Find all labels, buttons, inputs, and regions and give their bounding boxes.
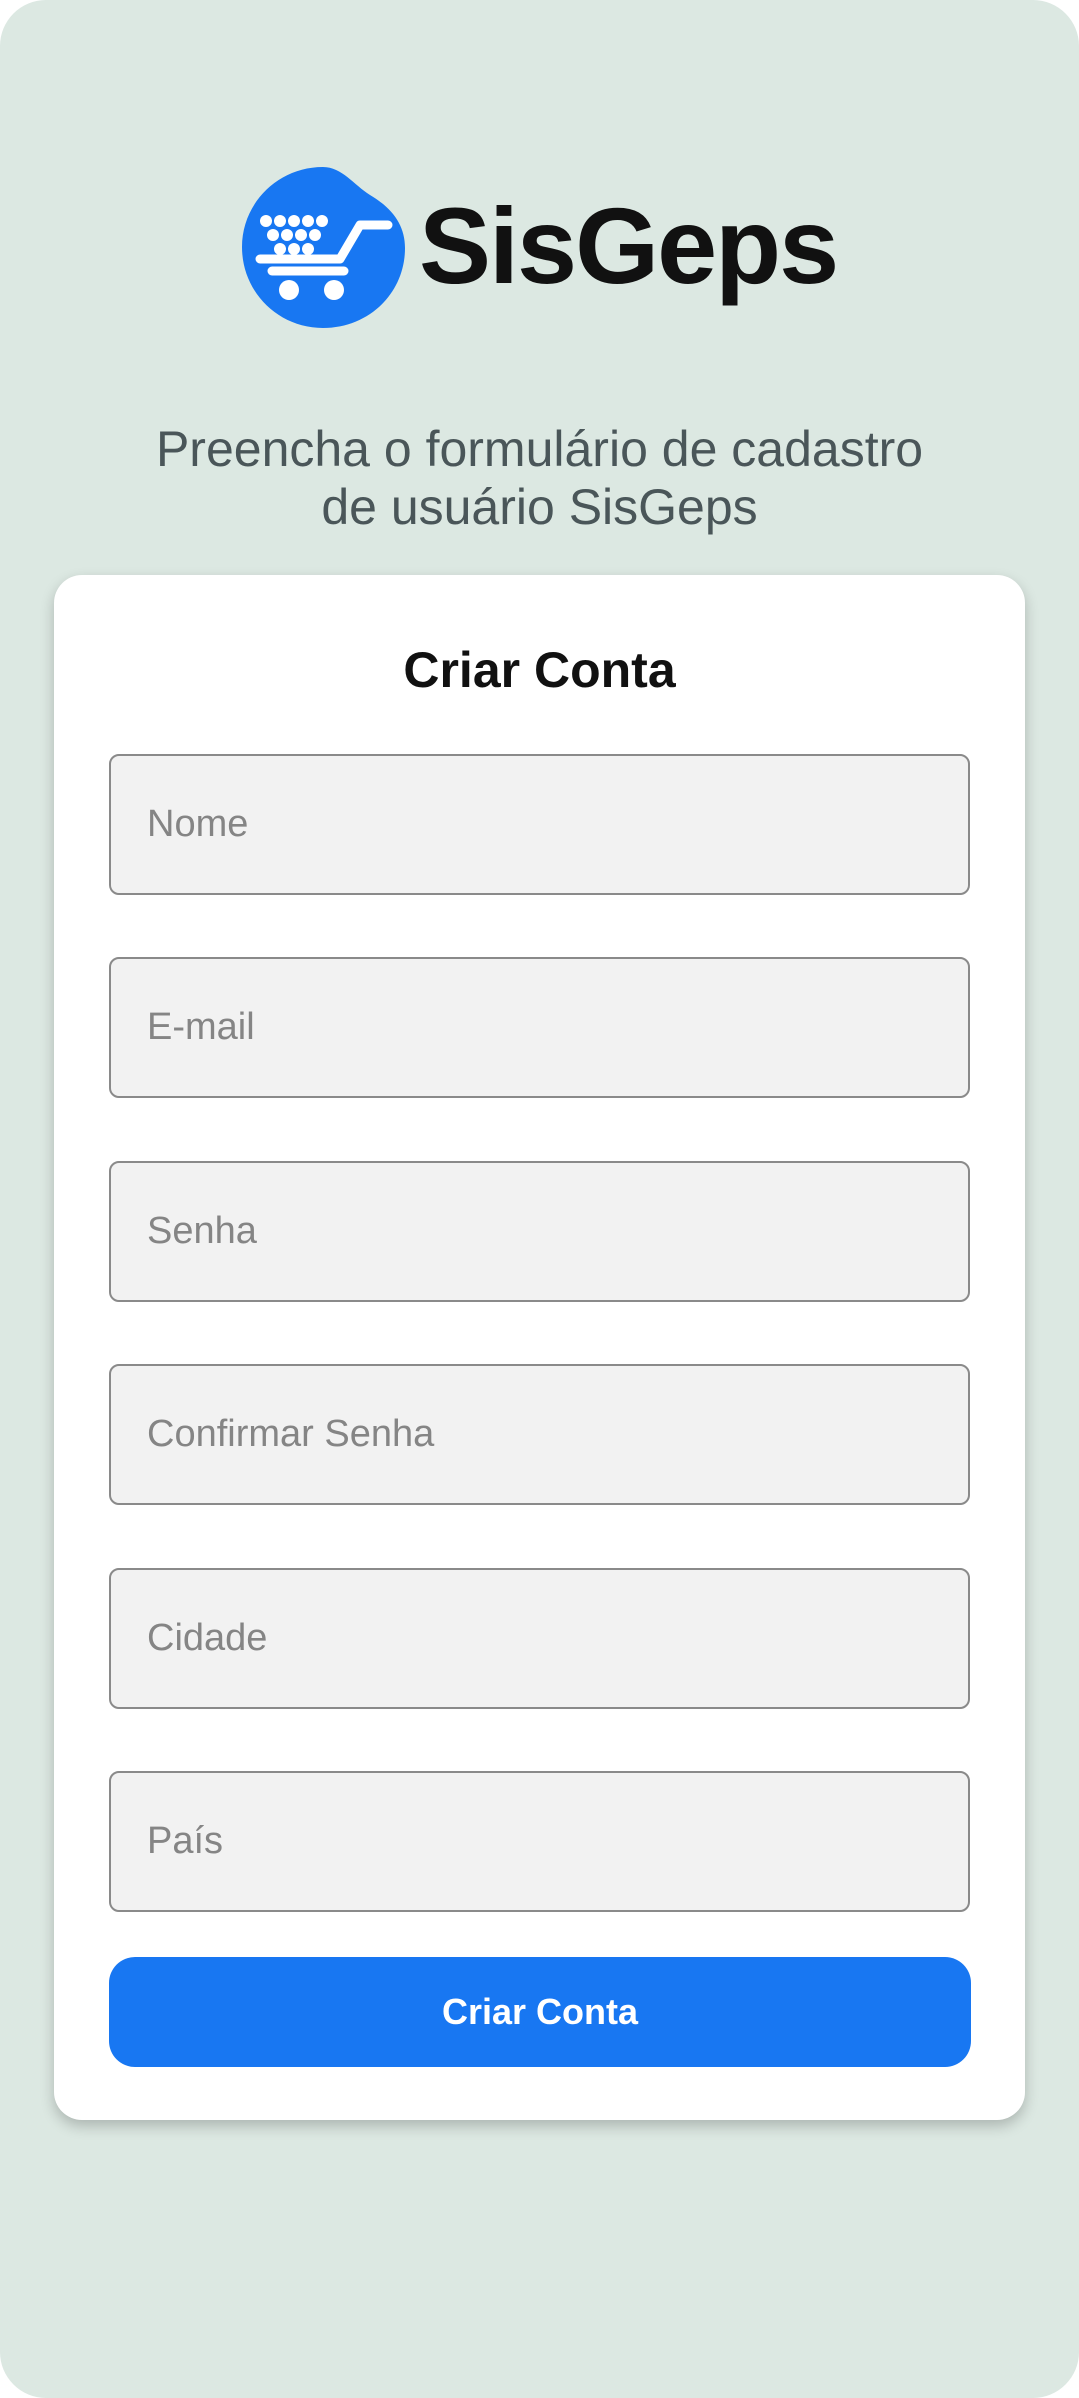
city-field[interactable]	[109, 1568, 970, 1709]
subtitle-line-2: de usuário SisGeps	[321, 479, 758, 535]
signup-screen: SisGeps Preencha o formulário de cadastr…	[0, 0, 1079, 2398]
subtitle-line-1: Preencha o formulário de cadastro	[155, 421, 924, 477]
confirm-password-field[interactable]	[109, 1364, 970, 1505]
page-subtitle: Preencha o formulário de cadastro de usu…	[60, 420, 1019, 536]
country-field[interactable]	[109, 1771, 970, 1912]
shopping-cart-icon	[242, 167, 405, 328]
password-field[interactable]	[109, 1161, 970, 1302]
create-account-button[interactable]: Criar Conta	[109, 1957, 971, 2067]
brand-logo: SisGeps	[242, 163, 842, 328]
brand-name: SisGeps	[419, 184, 839, 306]
name-field[interactable]	[109, 754, 970, 895]
form-title: Criar Conta	[403, 642, 676, 698]
email-field[interactable]	[109, 957, 970, 1098]
